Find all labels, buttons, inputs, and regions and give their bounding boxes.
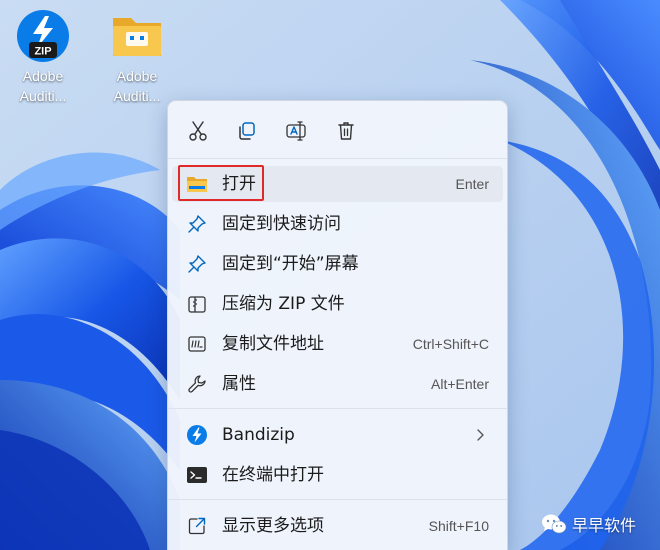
menu-separator — [168, 499, 507, 500]
menu-item-label: 在终端中打开 — [222, 465, 324, 485]
menu-item-shortcut: Alt+Enter — [431, 376, 489, 392]
menu-item-label: 属性 — [222, 374, 256, 394]
menu-item-label: 显示更多选项 — [222, 516, 324, 536]
cut-icon — [189, 121, 207, 141]
menu-item-shortcut: Enter — [455, 176, 489, 192]
copy-icon — [239, 122, 255, 140]
watermark: 早早软件 — [541, 512, 636, 536]
zip-file-icon — [186, 293, 208, 315]
desktop-icon-adobe-audition-zip[interactable]: ZIP Adobe Auditi... — [7, 8, 79, 106]
wechat-icon — [542, 514, 567, 534]
menu-item-label: 固定到“开始”屏幕 — [222, 254, 359, 274]
menu-item-copy-path[interactable]: 复制文件地址 Ctrl+Shift+C — [172, 326, 503, 362]
delete-button[interactable] — [330, 115, 362, 147]
menu-item-label: 固定到快速访问 — [222, 214, 341, 234]
delete-icon — [338, 122, 354, 140]
folder-icon — [113, 18, 161, 56]
desktop-icon-label: Auditi... — [113, 88, 161, 104]
rename-icon — [286, 121, 306, 141]
wrench-icon — [186, 373, 208, 395]
zip-archive-icon: ZIP — [17, 10, 69, 62]
copy-path-icon — [186, 333, 208, 355]
menu-item-compress-zip[interactable]: 压缩为 ZIP 文件 — [172, 286, 503, 322]
menu-separator — [168, 158, 507, 159]
quick-action-bar — [168, 101, 509, 157]
menu-item-properties[interactable]: 属性 Alt+Enter — [172, 366, 503, 402]
menu-item-bandizip[interactable]: Bandizip — [172, 417, 503, 453]
copy-button[interactable] — [231, 115, 263, 147]
bandizip-icon — [186, 424, 208, 446]
menu-item-shortcut: Ctrl+Shift+C — [412, 336, 489, 352]
menu-item-label: 复制文件地址 — [222, 334, 324, 354]
menu-separator — [168, 408, 507, 409]
desktop-icon-label: Auditi... — [19, 88, 67, 104]
menu-item-label: Bandizip — [222, 425, 295, 445]
menu-item-pin-start[interactable]: 固定到“开始”屏幕 — [172, 246, 503, 282]
pin-icon — [186, 253, 208, 275]
menu-item-label: 压缩为 ZIP 文件 — [222, 294, 345, 314]
desktop-icon-label: Adobe — [22, 68, 64, 84]
menu-item-open-terminal[interactable]: 在终端中打开 — [172, 457, 503, 493]
chevron-right-icon — [477, 429, 484, 441]
menu-item-show-more-options[interactable]: 显示更多选项 Shift+F10 — [172, 508, 503, 544]
highlight-annotation — [178, 165, 264, 201]
menu-item-shortcut: Shift+F10 — [428, 518, 489, 534]
pin-icon — [186, 213, 208, 235]
menu-item-pin-quick-access[interactable]: 固定到快速访问 — [172, 206, 503, 242]
desktop-icon-adobe-audition-folder[interactable]: Adobe Auditi... — [101, 8, 173, 106]
rename-button[interactable] — [280, 115, 312, 147]
desktop-icon-label: Adobe — [116, 68, 158, 84]
terminal-icon — [186, 464, 208, 486]
cut-button[interactable] — [182, 115, 214, 147]
zip-badge: ZIP — [34, 46, 51, 58]
watermark-text: 早早软件 — [572, 516, 637, 535]
show-more-icon — [186, 515, 208, 537]
